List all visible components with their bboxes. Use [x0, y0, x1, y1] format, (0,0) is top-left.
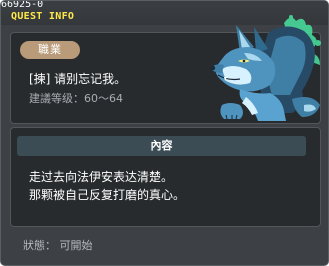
content-line: 走过去向法伊安表达清楚。	[29, 170, 174, 184]
window-title: QUEST INFO	[11, 11, 75, 22]
content-line: 那颗被自己反复打磨的真心。	[29, 188, 186, 202]
blue-wolf-portrait-icon	[210, 15, 321, 121]
quest-content-panel: 內容 走过去向法伊安表达清楚。 那颗被自己反复打磨的真心。	[10, 127, 321, 227]
content-section-title: 內容	[17, 136, 306, 156]
recommended-level: 建議等级：60～64	[29, 92, 123, 105]
quest-status: 狀態： 可開始	[23, 239, 93, 252]
quest-name: [揀] 请别忘记我。	[29, 72, 127, 86]
quest-info-window: 66925-0 QUEST INFO 職業 [揀] 请别忘记我。 建議等级：60…	[0, 0, 329, 266]
quest-id: 66925-0	[1, 0, 44, 10]
job-badge: 職業	[20, 41, 80, 59]
